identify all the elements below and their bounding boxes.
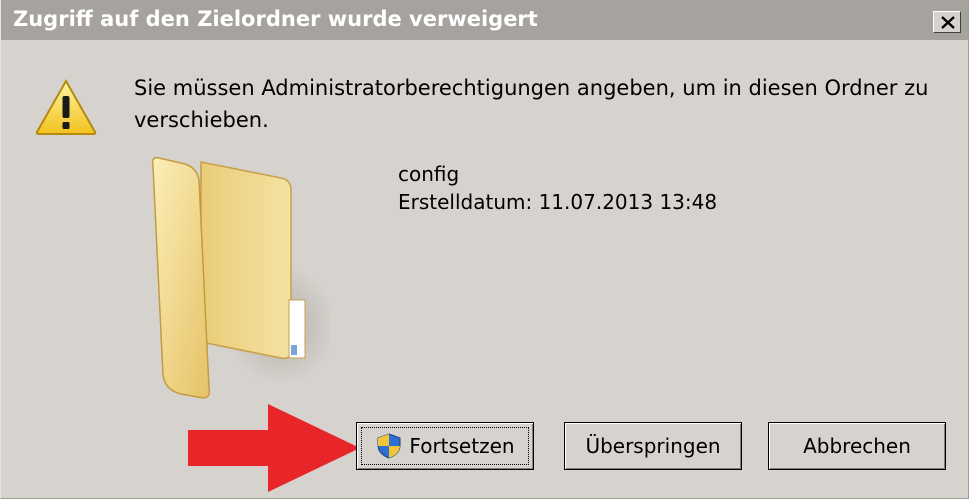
- continue-button-label: Fortsetzen: [409, 434, 515, 458]
- folder-icon: [151, 156, 331, 399]
- file-created-date: Erstelldatum: 11.07.2013 13:48: [398, 190, 718, 214]
- continue-button[interactable]: Fortsetzen: [356, 422, 534, 470]
- warning-icon: [35, 78, 97, 135]
- uac-shield-icon: [377, 433, 401, 459]
- dialog-message: Sie müssen Administratorberechtigungen a…: [134, 76, 929, 132]
- red-arrow-annotation: [188, 404, 360, 492]
- skip-button-label: Überspringen: [585, 434, 721, 458]
- close-icon: [941, 16, 955, 29]
- cancel-button-label: Abbrechen: [803, 434, 911, 458]
- file-name: config: [398, 162, 460, 186]
- skip-button[interactable]: Überspringen: [564, 422, 742, 470]
- close-button[interactable]: [933, 11, 961, 33]
- dialog-title: Zugriff auf den Zielordner wurde verweig…: [13, 7, 538, 31]
- access-denied-dialog: Zugriff auf den Zielordner wurde verweig…: [0, 0, 969, 499]
- title-bar: Zugriff auf den Zielordner wurde verweig…: [1, 0, 968, 40]
- cancel-button[interactable]: Abbrechen: [768, 422, 946, 470]
